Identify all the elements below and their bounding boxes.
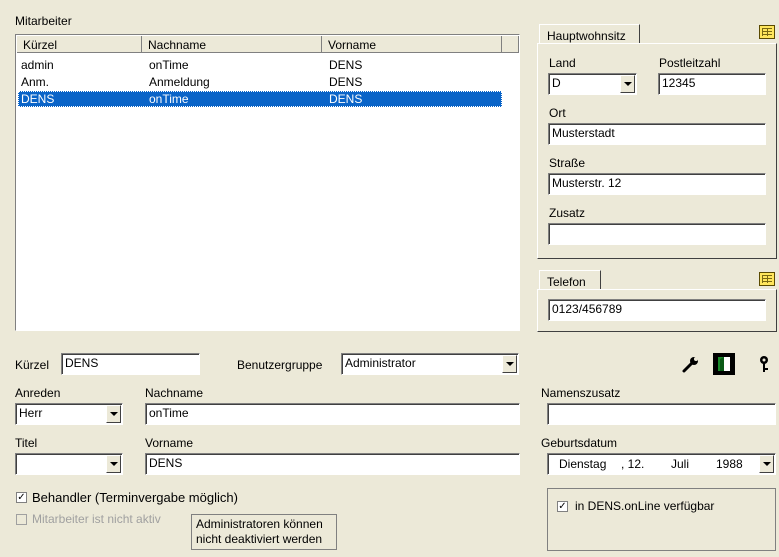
cell-vorname: DENS bbox=[329, 58, 363, 72]
zusatz-input[interactable] bbox=[548, 223, 766, 245]
inaktiv-checkbox[interactable] bbox=[16, 514, 27, 525]
table-row[interactable]: Anm. Anmeldung DENS bbox=[18, 74, 502, 90]
online-label: in DENS.onLine verfügbar bbox=[575, 499, 715, 513]
plz-label: Postleitzahl bbox=[659, 56, 721, 70]
grid-icon[interactable] bbox=[759, 25, 775, 39]
wrench-icon[interactable] bbox=[680, 353, 702, 375]
column-header-vorname[interactable]: Vorname bbox=[322, 36, 502, 53]
admin-note: Administratoren können nicht deaktiviert… bbox=[191, 514, 337, 550]
anreden-select[interactable]: Herr bbox=[15, 403, 123, 425]
inaktiv-label: Mitarbeiter ist nicht aktiv bbox=[32, 512, 161, 526]
admin-note-line1: Administratoren können bbox=[196, 517, 323, 531]
cell-vorname: DENS bbox=[329, 75, 363, 89]
strasse-label: Straße bbox=[549, 156, 586, 170]
zusatz-label: Zusatz bbox=[549, 206, 586, 220]
online-group bbox=[547, 488, 776, 551]
cell-vorname: DENS bbox=[329, 92, 363, 106]
geburtsdatum-picker[interactable]: Dienstag , 12. Juli 1988 bbox=[547, 453, 776, 475]
titel-label: Titel bbox=[15, 436, 38, 450]
land-value: D bbox=[552, 76, 561, 90]
tab-hauptwohnsitz[interactable]: Hauptwohnsitz bbox=[539, 24, 640, 44]
namenszusatz-label: Namenszusatz bbox=[541, 386, 621, 400]
nachname-label: Nachname bbox=[145, 386, 204, 400]
geburtsdatum-label: Geburtsdatum bbox=[541, 436, 618, 450]
namenszusatz-input[interactable] bbox=[547, 403, 776, 425]
column-header-filler bbox=[502, 36, 519, 53]
admin-note-line2: nicht deaktiviert werden bbox=[196, 532, 323, 546]
cell-nachname: onTime bbox=[149, 92, 189, 106]
kuerzel-label: Kürzel bbox=[15, 358, 50, 372]
anreden-label: Anreden bbox=[15, 386, 61, 400]
kuerzel-input[interactable]: DENS bbox=[61, 353, 200, 375]
door-exit-icon[interactable] bbox=[713, 353, 735, 375]
grid-icon[interactable] bbox=[759, 272, 775, 286]
cell-nachname: Anmeldung bbox=[149, 75, 210, 89]
strasse-input[interactable]: Musterstr. 12 bbox=[548, 173, 766, 195]
cell-kuerzel: admin bbox=[21, 58, 54, 72]
geb-weekday[interactable]: Dienstag bbox=[559, 457, 606, 471]
cell-kuerzel: DENS bbox=[21, 92, 55, 106]
column-header-nachname[interactable]: Nachname bbox=[142, 36, 322, 53]
ort-label: Ort bbox=[549, 106, 566, 120]
land-label: Land bbox=[549, 56, 576, 70]
ort-input[interactable]: Musterstadt bbox=[548, 123, 766, 145]
table-row-selected[interactable]: DENS onTime DENS bbox=[18, 91, 502, 107]
vorname-input[interactable]: DENS bbox=[145, 453, 520, 475]
chevron-down-icon[interactable] bbox=[502, 355, 517, 373]
benutzergruppe-label: Benutzergruppe bbox=[237, 358, 323, 372]
key-icon[interactable] bbox=[753, 353, 775, 375]
land-select[interactable]: D bbox=[548, 73, 637, 95]
cell-nachname: onTime bbox=[149, 58, 189, 72]
benutzergruppe-select[interactable]: Administrator bbox=[341, 353, 519, 375]
employee-listview[interactable]: Kürzel Nachname Vorname admin onTime DEN… bbox=[15, 34, 520, 331]
employees-title: Mitarbeiter bbox=[15, 14, 72, 28]
geb-year[interactable]: 1988 bbox=[716, 457, 743, 471]
chevron-down-icon[interactable] bbox=[620, 75, 635, 93]
anreden-value: Herr bbox=[19, 406, 43, 420]
vorname-label: Vorname bbox=[145, 436, 194, 450]
nachname-input[interactable]: onTime bbox=[145, 403, 520, 425]
titel-select[interactable] bbox=[15, 453, 123, 475]
tab-telefon[interactable]: Telefon bbox=[539, 270, 601, 290]
chevron-down-icon[interactable] bbox=[106, 455, 121, 473]
telefon-input[interactable]: 0123/456789 bbox=[548, 299, 766, 321]
geb-month[interactable]: Juli bbox=[671, 457, 689, 471]
behandler-checkbox[interactable]: ✓ bbox=[16, 492, 27, 503]
table-row[interactable]: admin onTime DENS bbox=[18, 57, 502, 73]
behandler-label: Behandler (Terminvergabe möglich) bbox=[32, 490, 238, 505]
plz-input[interactable]: 12345 bbox=[658, 73, 766, 95]
chevron-down-icon[interactable] bbox=[106, 405, 121, 423]
column-header-kuerzel[interactable]: Kürzel bbox=[17, 36, 142, 53]
benutzergruppe-value: Administrator bbox=[345, 356, 416, 370]
chevron-down-icon[interactable] bbox=[759, 455, 774, 473]
geb-day[interactable]: , 12. bbox=[621, 457, 644, 471]
online-checkbox[interactable]: ✓ bbox=[557, 501, 568, 512]
cell-kuerzel: Anm. bbox=[21, 75, 50, 89]
